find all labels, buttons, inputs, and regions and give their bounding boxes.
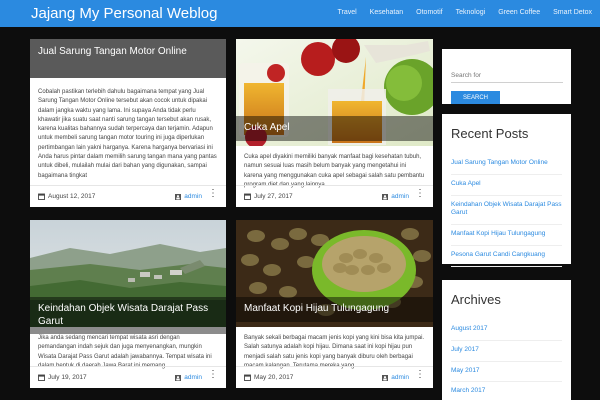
post-title[interactable]: Cuka Apel [236,116,433,141]
site-title[interactable]: Jajang My Personal Weblog [31,5,218,22]
archives-title: Archives [451,292,501,307]
post-author[interactable]: admin [382,374,409,381]
archives-widget: Archives August 2017 July 2017 May 2017 … [442,280,571,400]
user-icon [175,374,182,381]
post-date: August 12, 2017 [38,193,95,200]
calendar-icon [38,193,45,200]
post-author-name[interactable]: admin [184,193,202,200]
post-author-name[interactable]: admin [184,374,202,381]
post-date-text: July 19, 2017 [48,374,87,381]
post-author-name[interactable]: admin [391,374,409,381]
post-author[interactable]: admin [175,374,202,381]
archive-link[interactable]: July 2017 [451,341,562,362]
more-options-icon[interactable]: ⋮ [208,370,218,380]
recent-post-link[interactable]: Jual Sarung Tangan Motor Online [451,154,562,175]
post-excerpt: Cobalah pastikan terlebih dahulu bagaima… [38,89,217,179]
archive-link[interactable]: May 2017 [451,362,562,383]
nav-item-travel[interactable]: Travel [337,9,356,16]
recent-post-link[interactable]: Manfaat Kopi Hijau Tulungagung [451,225,562,246]
post-meta: July 19, 2017 admin ⋮ [30,366,226,388]
nav-item-smart-detox[interactable]: Smart Detox [553,9,592,16]
post-meta: August 12, 2017 admin ⋮ [30,185,226,207]
recent-post-link[interactable]: Cuka Apel [451,175,562,196]
post-author[interactable]: admin [175,193,202,200]
calendar-icon [244,193,251,200]
post-card: Cuka Apel Cuka apel diyakini memiliki ba… [236,39,433,207]
recent-post-link[interactable]: Keindahan Objek Wisata Darajat Pass Garu… [451,196,562,226]
post-meta: July 27, 2017 admin ⋮ [236,185,433,207]
user-icon [382,374,389,381]
recent-posts-title: Recent Posts [451,126,529,141]
post-date: May 20, 2017 [244,374,293,381]
nav-item-teknologi[interactable]: Teknologi [456,9,486,16]
recent-posts-list: Jual Sarung Tangan Motor Online Cuka Ape… [451,154,562,267]
calendar-icon [244,374,251,381]
post-meta: May 20, 2017 admin ⋮ [236,366,433,388]
post-card: Manfaat Kopi Hijau Tulungagung Banyak se… [236,220,433,388]
nav-item-kesehatan[interactable]: Kesehatan [370,9,403,16]
post-title[interactable]: Manfaat Kopi Hijau Tulungagung [236,297,433,322]
post-card: Jual Sarung Tangan Motor Online Cobalah … [30,39,226,207]
post-date: July 19, 2017 [38,374,87,381]
post-title-band [30,39,226,78]
post-date-text: August 12, 2017 [48,193,96,200]
more-options-icon[interactable]: ⋮ [415,189,425,199]
post-author-name[interactable]: admin [391,193,409,200]
site-header: Jajang My Personal Weblog Travel Kesehat… [0,0,600,27]
nav-item-otomotif[interactable]: Otomotif [416,9,442,16]
post-title[interactable]: Keindahan Objek Wisata Darajat Pass Garu… [30,297,226,334]
more-options-icon[interactable]: ⋮ [208,189,218,199]
post-card: Keindahan Objek Wisata Darajat Pass Garu… [30,220,226,388]
search-input[interactable] [451,69,563,83]
recent-post-link[interactable]: Pesona Garut Candi Cangkuang [451,246,562,267]
post-date-text: May 20, 2017 [254,374,294,381]
nav-item-green-coffee[interactable]: Green Coffee [498,9,540,16]
main-nav: Travel Kesehatan Otomotif Teknologi Gree… [324,9,592,16]
search-button[interactable]: SEARCH [451,91,500,104]
calendar-icon [38,374,45,381]
recent-posts-widget: Recent Posts Jual Sarung Tangan Motor On… [442,114,571,267]
archive-link[interactable]: March 2017 [451,382,562,400]
post-author[interactable]: admin [382,193,409,200]
post-date-text: July 27, 2017 [254,193,293,200]
more-options-icon[interactable]: ⋮ [415,370,425,380]
post-date: July 27, 2017 [244,193,293,200]
user-icon [175,193,182,200]
archives-list: August 2017 July 2017 May 2017 March 201… [451,320,562,400]
post-title[interactable]: Jual Sarung Tangan Motor Online [30,46,226,59]
archive-link[interactable]: August 2017 [451,320,562,341]
search-widget: SEARCH [442,49,571,104]
user-icon [382,193,389,200]
